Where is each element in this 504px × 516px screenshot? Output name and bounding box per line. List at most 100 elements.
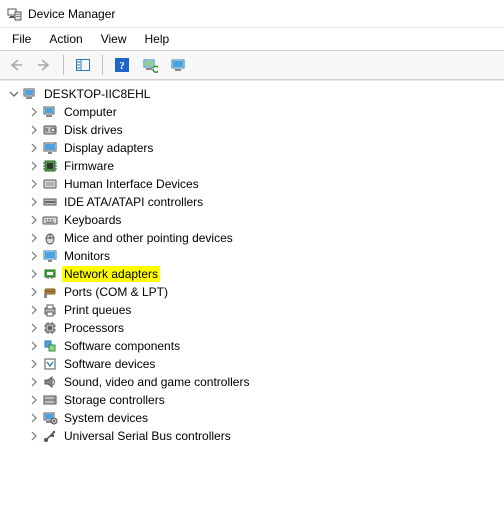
tree-node[interactable]: Mice and other pointing devices bbox=[4, 229, 504, 247]
tree-node[interactable]: Print queues bbox=[4, 301, 504, 319]
tree-node-label[interactable]: Print queues bbox=[62, 302, 133, 318]
system-icon bbox=[42, 410, 58, 426]
tree-node[interactable]: Human Interface Devices bbox=[4, 175, 504, 193]
menu-help[interactable]: Help bbox=[137, 30, 178, 48]
tree-node[interactable]: Sound, video and game controllers bbox=[4, 373, 504, 391]
expand-collapse-icon[interactable] bbox=[28, 214, 40, 226]
tree-node-label[interactable]: Universal Serial Bus controllers bbox=[62, 428, 233, 444]
tree-node-label[interactable]: Monitors bbox=[62, 248, 112, 264]
toolbar-show-hide-button[interactable] bbox=[71, 53, 95, 77]
menu-view[interactable]: View bbox=[93, 30, 135, 48]
disk-icon bbox=[42, 122, 58, 138]
tree-node[interactable]: Software components bbox=[4, 337, 504, 355]
expand-collapse-icon[interactable] bbox=[28, 376, 40, 388]
monitor-icon bbox=[42, 248, 58, 264]
toolbar-forward-button[interactable] bbox=[32, 53, 56, 77]
toolbar-back-button[interactable] bbox=[4, 53, 28, 77]
expand-collapse-icon[interactable] bbox=[28, 412, 40, 424]
mouse-icon bbox=[42, 230, 58, 246]
tree-node-label[interactable]: Processors bbox=[62, 320, 126, 336]
cpu-icon bbox=[42, 320, 58, 336]
tree-root-label[interactable]: DESKTOP-IIC8EHL bbox=[42, 86, 152, 102]
toolbar-help-button[interactable]: ? bbox=[110, 53, 134, 77]
tree-node[interactable]: Computer bbox=[4, 103, 504, 121]
monitor-icon bbox=[170, 57, 186, 73]
tree-node-label[interactable]: Software devices bbox=[62, 356, 157, 372]
menu-file[interactable]: File bbox=[4, 30, 39, 48]
arrow-right-icon bbox=[36, 57, 52, 73]
tree-node-label[interactable]: Storage controllers bbox=[62, 392, 167, 408]
tree-node-label[interactable]: IDE ATA/ATAPI controllers bbox=[62, 194, 205, 210]
tree-node[interactable]: Universal Serial Bus controllers bbox=[4, 427, 504, 445]
expand-collapse-icon[interactable] bbox=[28, 268, 40, 280]
tree-node-label[interactable]: Firmware bbox=[62, 158, 116, 174]
tree-node[interactable]: Display adapters bbox=[4, 139, 504, 157]
tree-node[interactable]: System devices bbox=[4, 409, 504, 427]
menu-bar: File Action View Help bbox=[0, 28, 504, 50]
printer-icon bbox=[42, 302, 58, 318]
tree-root[interactable]: DESKTOP-IIC8EHL bbox=[4, 85, 504, 103]
tree-node-label[interactable]: Software components bbox=[62, 338, 182, 354]
expand-collapse-icon[interactable] bbox=[28, 250, 40, 262]
tree-node-label[interactable]: Ports (COM & LPT) bbox=[62, 284, 170, 300]
tree-node[interactable]: Monitors bbox=[4, 247, 504, 265]
expand-collapse-icon[interactable] bbox=[8, 88, 20, 100]
tree-node-label[interactable]: Mice and other pointing devices bbox=[62, 230, 235, 246]
expand-collapse-icon[interactable] bbox=[28, 340, 40, 352]
expand-collapse-icon[interactable] bbox=[28, 178, 40, 190]
expand-collapse-icon[interactable] bbox=[28, 196, 40, 208]
tree-pane-icon bbox=[75, 57, 91, 73]
tree-node-label[interactable]: Display adapters bbox=[62, 140, 155, 156]
hid-icon bbox=[42, 176, 58, 192]
tree-node[interactable]: Software devices bbox=[4, 355, 504, 373]
expand-collapse-icon[interactable] bbox=[28, 142, 40, 154]
tree-node[interactable]: Firmware bbox=[4, 157, 504, 175]
window-title: Device Manager bbox=[28, 7, 115, 21]
tree-node-label[interactable]: Disk drives bbox=[62, 122, 125, 138]
tree-node[interactable]: IDE ATA/ATAPI controllers bbox=[4, 193, 504, 211]
arrow-left-icon bbox=[8, 57, 24, 73]
tree-node-label[interactable]: Computer bbox=[62, 104, 119, 120]
toolbar-separator bbox=[102, 55, 103, 75]
computer-icon bbox=[42, 104, 58, 120]
device-tree[interactable]: DESKTOP-IIC8EHL Computer Disk drives Dis… bbox=[0, 80, 504, 516]
expand-collapse-icon[interactable] bbox=[28, 394, 40, 406]
sound-icon bbox=[42, 374, 58, 390]
expand-collapse-icon[interactable] bbox=[28, 430, 40, 442]
tree-node[interactable]: Network adapters bbox=[4, 265, 504, 283]
expand-collapse-icon[interactable] bbox=[28, 286, 40, 298]
menu-action[interactable]: Action bbox=[41, 30, 90, 48]
tree-node-label[interactable]: Keyboards bbox=[62, 212, 123, 228]
swcomp-icon bbox=[42, 338, 58, 354]
expand-collapse-icon[interactable] bbox=[28, 160, 40, 172]
tree-node[interactable]: Keyboards bbox=[4, 211, 504, 229]
expand-collapse-icon[interactable] bbox=[28, 322, 40, 334]
tree-node[interactable]: Ports (COM & LPT) bbox=[4, 283, 504, 301]
expand-collapse-icon[interactable] bbox=[28, 358, 40, 370]
expand-collapse-icon[interactable] bbox=[28, 106, 40, 118]
tree-node[interactable]: Processors bbox=[4, 319, 504, 337]
display-icon bbox=[42, 140, 58, 156]
expand-collapse-icon[interactable] bbox=[28, 304, 40, 316]
usb-icon bbox=[42, 428, 58, 444]
tree-node[interactable]: Disk drives bbox=[4, 121, 504, 139]
ports-icon bbox=[42, 284, 58, 300]
toolbar-add-legacy-button[interactable] bbox=[166, 53, 190, 77]
scan-hardware-icon bbox=[142, 57, 158, 73]
tree-node-label[interactable]: Human Interface Devices bbox=[62, 176, 201, 192]
swdev-icon bbox=[42, 356, 58, 372]
toolbar-scan-button[interactable] bbox=[138, 53, 162, 77]
svg-text:?: ? bbox=[119, 60, 125, 72]
computer-root-icon bbox=[22, 86, 38, 102]
expand-collapse-icon[interactable] bbox=[28, 124, 40, 136]
tree-node-label[interactable]: Network adapters bbox=[62, 266, 160, 282]
app-icon bbox=[6, 6, 22, 22]
toolbar-separator bbox=[63, 55, 64, 75]
tree-node-label[interactable]: System devices bbox=[62, 410, 150, 426]
ide-icon bbox=[42, 194, 58, 210]
tree-node-label[interactable]: Sound, video and game controllers bbox=[62, 374, 251, 390]
expand-collapse-icon[interactable] bbox=[28, 232, 40, 244]
storage-icon bbox=[42, 392, 58, 408]
firmware-icon bbox=[42, 158, 58, 174]
tree-node[interactable]: Storage controllers bbox=[4, 391, 504, 409]
